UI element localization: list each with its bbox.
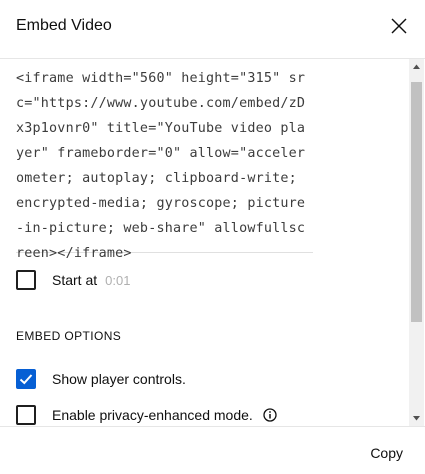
- scrollbar-thumb[interactable]: [411, 82, 422, 322]
- dialog-header: Embed Video: [0, 0, 425, 58]
- embed-code-textarea[interactable]: <iframe width="560" height="315" src="ht…: [16, 63, 313, 261]
- privacy-mode-label: Enable privacy-enhanced mode.: [52, 407, 253, 423]
- privacy-mode-checkbox[interactable]: [16, 405, 36, 425]
- embed-options-heading: EMBED OPTIONS: [16, 329, 122, 343]
- dialog-footer: Copy: [0, 427, 425, 474]
- info-icon[interactable]: [263, 408, 277, 422]
- vertical-scrollbar[interactable]: [409, 59, 424, 426]
- dialog-content: <iframe width="560" height="315" src="ht…: [0, 59, 425, 426]
- scroll-down-arrow-icon[interactable]: [409, 411, 424, 426]
- privacy-mode-row: Enable privacy-enhanced mode.: [16, 404, 277, 426]
- start-at-checkbox[interactable]: [16, 270, 36, 290]
- checkmark-icon: [19, 374, 33, 385]
- dialog-title: Embed Video: [16, 17, 112, 34]
- scroll-up-arrow-icon[interactable]: [409, 59, 424, 74]
- embed-video-dialog: Embed Video <iframe width="560" height="…: [0, 0, 425, 474]
- start-at-time: 0:01: [105, 272, 131, 288]
- embed-code-text[interactable]: <iframe width="560" height="315" src="ht…: [16, 63, 313, 266]
- close-icon[interactable]: [390, 17, 408, 35]
- start-at-label: Start at: [52, 272, 98, 288]
- start-at-row: Start at 0:01: [16, 269, 130, 291]
- copy-button[interactable]: Copy: [370, 445, 403, 461]
- show-player-controls-checkbox[interactable]: [16, 369, 36, 389]
- show-player-controls-row: Show player controls.: [16, 368, 186, 390]
- show-player-controls-label: Show player controls.: [52, 371, 186, 387]
